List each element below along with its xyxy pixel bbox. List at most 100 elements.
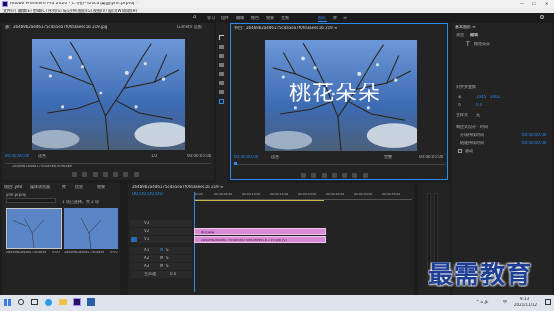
- roll-checkbox[interactable]: [458, 149, 462, 153]
- selection-tool-icon[interactable]: [219, 35, 224, 40]
- edge-icon[interactable]: [45, 299, 52, 306]
- razor-tool-icon[interactable]: [219, 63, 224, 67]
- libraries-tab[interactable]: 库: [62, 185, 66, 189]
- clock-time[interactable]: 9:13: [520, 297, 529, 301]
- track-select-tool-icon[interactable]: [219, 45, 224, 49]
- position-x-value[interactable]: 1045: [476, 95, 486, 99]
- source-fit-select[interactable]: 适合: [38, 154, 46, 158]
- search-input[interactable]: [6, 198, 56, 203]
- solo-button[interactable]: S: [166, 248, 169, 252]
- source-timecode[interactable]: 00;00;00;00: [5, 154, 29, 158]
- workspace-tab-effects[interactable]: 效果: [266, 16, 274, 20]
- program-quality-select[interactable]: 完整: [384, 155, 392, 159]
- workspace-tab-audio[interactable]: 音频: [281, 16, 289, 20]
- mark-out-button[interactable]: [82, 172, 88, 177]
- workspace-tab-libraries[interactable]: 库: [333, 16, 337, 20]
- workspace-tab-editing[interactable]: 编辑: [236, 16, 244, 20]
- step-back-button[interactable]: [321, 173, 327, 178]
- extract-button[interactable]: [311, 173, 317, 178]
- mute-button[interactable]: M: [160, 248, 163, 252]
- solo-button[interactable]: S: [166, 264, 169, 268]
- play-button[interactable]: [102, 172, 108, 177]
- insert-button[interactable]: [123, 172, 129, 177]
- minimize-button[interactable]: —: [520, 2, 524, 6]
- align-transform-heading: 对齐并变换: [456, 85, 476, 89]
- step-forward-button[interactable]: [342, 173, 348, 178]
- solo-button[interactable]: S: [166, 256, 169, 260]
- media-browser-tab[interactable]: 媒体浏览器: [30, 185, 50, 189]
- source-scrubber[interactable]: [5, 161, 211, 164]
- timeline-timecode[interactable]: 00;00;00;00: [132, 192, 163, 197]
- settings-button[interactable]: [362, 173, 368, 178]
- position-y-value[interactable]: 1061: [490, 95, 500, 99]
- project-tab[interactable]: 项目: yml: [4, 185, 22, 189]
- pen-tool-icon[interactable]: [219, 81, 224, 85]
- lumetri-scopes-tab[interactable]: Lumetri 范围: [177, 25, 212, 29]
- rotation-value[interactable]: 0.0: [476, 103, 482, 107]
- search-icon[interactable]: [540, 15, 544, 19]
- outro-duration-value[interactable]: 00:00:00:00: [522, 141, 546, 145]
- track-label: A2: [144, 256, 150, 260]
- play-button[interactable]: [331, 173, 337, 178]
- workspace-tab-graphics[interactable]: 图形: [318, 16, 326, 20]
- project-item-sequence[interactable]: [64, 208, 118, 250]
- title-clip[interactable]: 桃花朵朵: [194, 228, 326, 235]
- workspace-tab-learn[interactable]: 学习: [207, 16, 215, 20]
- maximize-button[interactable]: ☐: [532, 2, 536, 6]
- timeline-ruler[interactable]: 00;00 00;00;05;00 00;00;10;00 00;00;15;0…: [194, 192, 412, 200]
- hand-tool-icon[interactable]: [219, 90, 224, 94]
- program-monitor-tab[interactable]: 节目：2b4b9b2a4d6175c4a5ea7f0fd3aeec1b 219 …: [234, 26, 384, 30]
- program-scrubber[interactable]: [234, 162, 446, 165]
- premiere-logo-icon: [2, 1, 8, 7]
- mute-button[interactable]: M: [160, 264, 163, 268]
- mark-in-button[interactable]: [72, 172, 77, 177]
- workspace-tab-assembly[interactable]: 组件: [221, 16, 229, 20]
- essential-graphics-title: 基本图形 ≡: [455, 25, 476, 29]
- system-tray[interactable]: ^ ⌂ 🔊: [476, 300, 489, 304]
- windows-start-icon[interactable]: [4, 299, 11, 306]
- task-view-icon[interactable]: [31, 299, 38, 305]
- work-area-bar[interactable]: [194, 200, 324, 201]
- clock-date[interactable]: 2021/11/12: [514, 303, 537, 307]
- intro-duration-value[interactable]: 00:00:00:00: [522, 133, 546, 137]
- lift-button[interactable]: [301, 173, 306, 178]
- premiere-taskbar-icon[interactable]: [73, 298, 81, 306]
- notification-icon[interactable]: [545, 299, 551, 305]
- program-fit-select[interactable]: 适合: [271, 155, 279, 159]
- step-forward-button[interactable]: [113, 172, 119, 177]
- type-tool-icon[interactable]: [219, 99, 224, 104]
- timeline-tab[interactable]: 2b4b9b2a4d6175c4a5ea7f0fd3aeec1b 219 ≡: [132, 185, 242, 189]
- search-taskbar-icon[interactable]: [18, 299, 24, 305]
- overwrite-button[interactable]: [133, 172, 139, 177]
- track-header-a2: A2 M S: [130, 255, 192, 262]
- program-timecode[interactable]: 00;00;00;00: [234, 155, 258, 159]
- project-item-image[interactable]: [6, 208, 62, 249]
- project-path: yml.prproj: [6, 193, 27, 197]
- file-explorer-icon[interactable]: [59, 299, 67, 305]
- step-back-button[interactable]: [92, 172, 98, 177]
- image-clip[interactable]: 2b4b9b2a4d6175c4a5ea7f0fd3aeec1b 219.jpg…: [194, 236, 326, 243]
- master-volume[interactable]: 0.0: [170, 272, 176, 276]
- tab-edit[interactable]: 编辑: [470, 33, 478, 37]
- title-overlay-text[interactable]: 桃花朵朵: [289, 83, 381, 105]
- program-preview-image: 桃花朵朵: [265, 40, 417, 151]
- workspace-tab-color[interactable]: 颜色: [251, 16, 259, 20]
- program-playhead[interactable]: [234, 162, 237, 165]
- tab-browse[interactable]: 浏览: [456, 33, 464, 37]
- slip-tool-icon[interactable]: [219, 72, 224, 76]
- close-button[interactable]: ✕: [545, 2, 548, 6]
- mute-button[interactable]: M: [160, 256, 163, 260]
- export-frame-button[interactable]: [352, 173, 358, 178]
- input-language[interactable]: 中: [503, 300, 507, 304]
- master-style-select[interactable]: 无: [476, 113, 480, 117]
- effects-tab[interactable]: 效果: [97, 185, 105, 189]
- outro-duration-label: 结尾持续时间: [460, 141, 484, 145]
- ripple-edit-tool-icon[interactable]: [219, 54, 224, 58]
- source-monitor-tab[interactable]: 源：2b4b9b2a4d6175c4a5ea7f0fd3aeec1b 219.j…: [5, 25, 165, 29]
- text-layer-name[interactable]: 桃花朵朵: [474, 42, 490, 46]
- word-icon[interactable]: [87, 298, 95, 306]
- source-patch-v1[interactable]: [131, 237, 137, 242]
- home-icon[interactable]: ⌂: [193, 15, 196, 20]
- workspace-more-icon[interactable]: ≫: [343, 16, 347, 20]
- info-tab[interactable]: 信息: [75, 185, 83, 189]
